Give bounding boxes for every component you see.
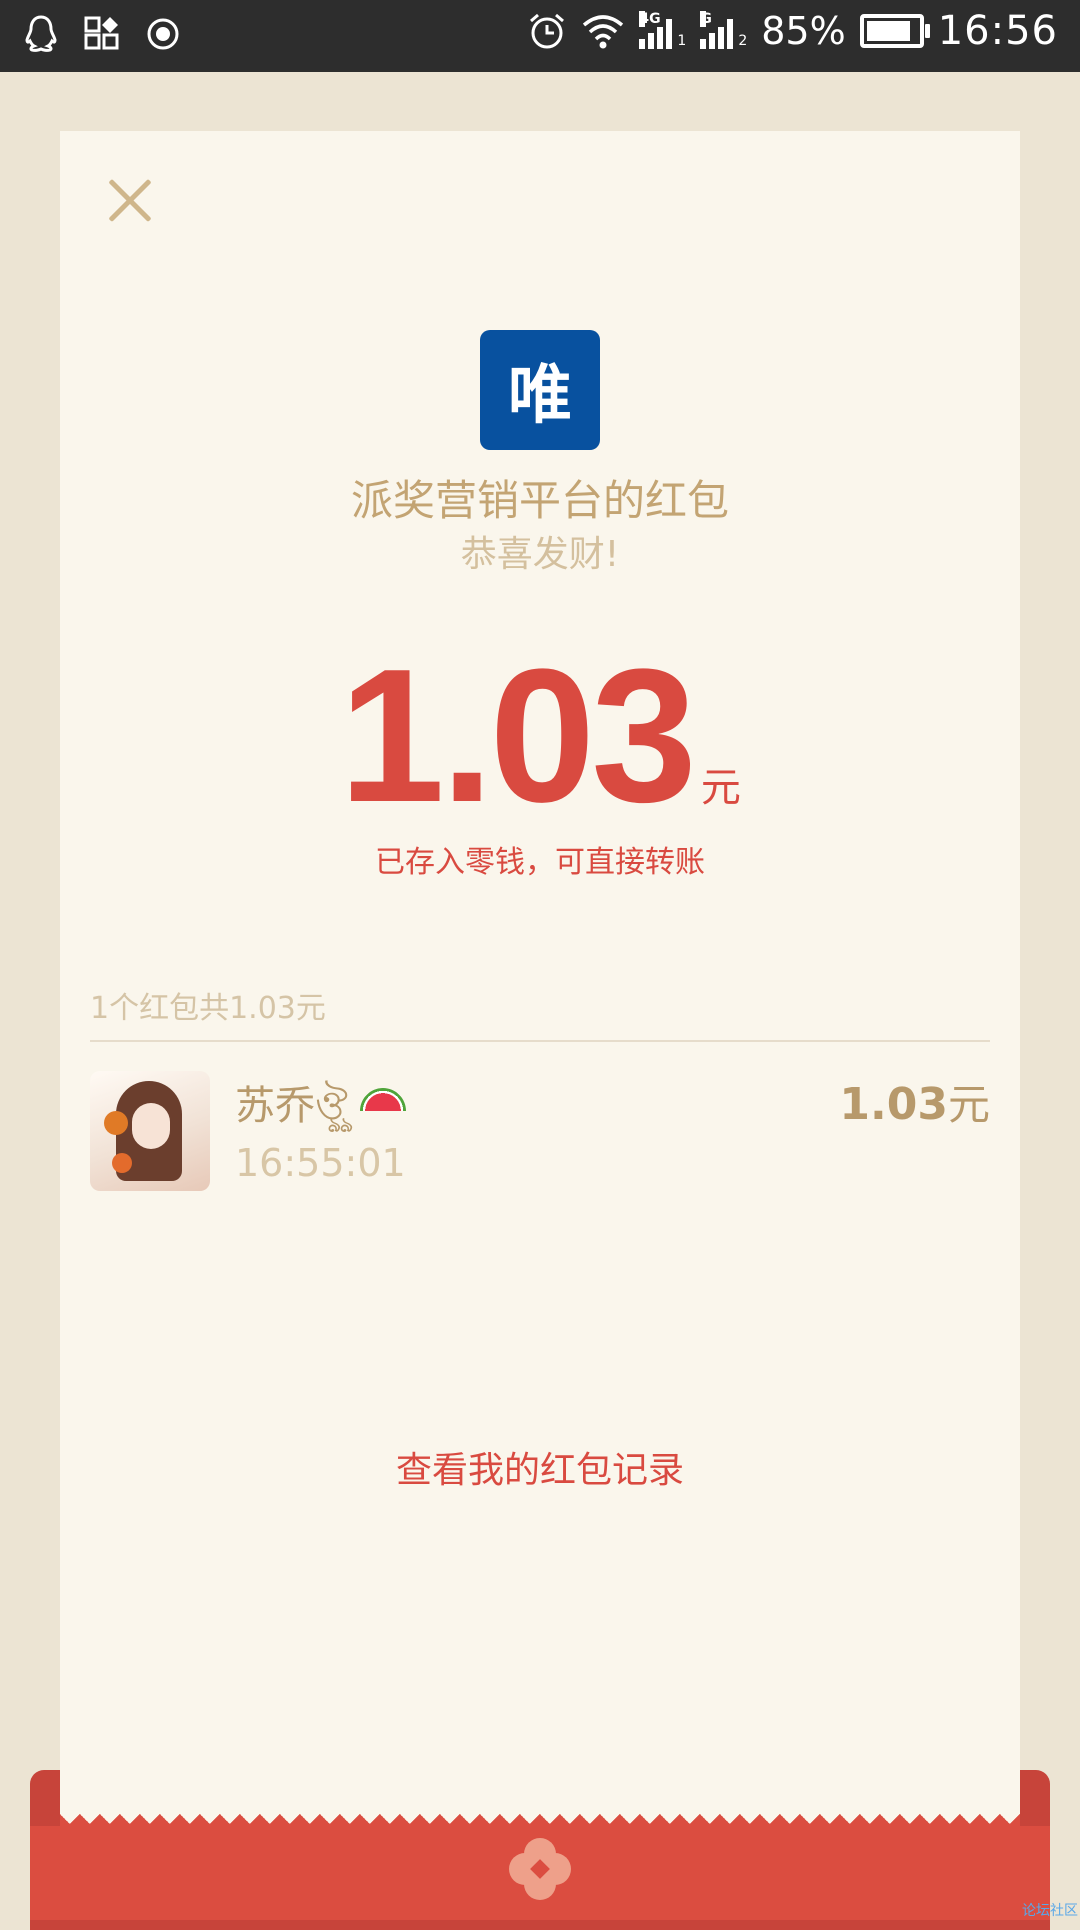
status-bar-left [24,14,180,54]
view-history-link[interactable]: 查看我的红包记录 [60,1441,1020,1493]
status-bar-right: 4G 1 G 2 85% 16:56 [527,8,1058,54]
record-time: 16:55:01 [235,1141,406,1185]
alarm-icon [527,11,567,51]
signal-2-sub: 2 [738,33,747,49]
battery-percent: 85% [761,9,845,53]
qq-icon [24,14,58,54]
recipient-name-text: 苏乔ঔৣ [235,1073,348,1141]
sender-logo-char: 唯 [508,344,572,436]
battery-icon [860,14,924,48]
wifi-icon [581,13,625,49]
apps-icon [84,16,120,52]
record-amount-unit: 元 [948,1080,990,1129]
watermelon-icon [360,1084,406,1130]
close-icon[interactable] [100,171,160,231]
signal-g-icon: G 2 [700,13,747,49]
packet-summary: 1个红包共1.03元 [90,983,326,1027]
red-packet-detail-card: 唯 派奖营销平台的红包 恭喜发财! 1.03元 已存入零钱，可直接转账 1个红包… [60,131,1020,1831]
envelope-zigzag-edge [60,1814,1020,1834]
avatar[interactable] [90,1071,210,1191]
record-amount-value: 1.03 [839,1079,948,1130]
list-item[interactable]: 苏乔ঔৣ 16:55:01 1.03元 [90,1071,990,1195]
signal-1-sub: 1 [677,33,686,49]
amount-display: 1.03元 [60,641,1020,831]
sender-logo: 唯 [480,330,600,450]
battery-fill [867,21,910,41]
recipient-name: 苏乔ঔৣ [235,1073,406,1141]
divider [90,1040,990,1042]
signal-2-tag: G [700,11,706,27]
signal-4g-icon: 4G 1 [639,13,686,49]
amount-value: 1.03 [339,630,693,842]
record-amount: 1.03元 [839,1071,990,1132]
greeting-text: 恭喜发财! [60,525,1020,577]
flower-emblem-icon [509,1838,571,1900]
record-icon [146,17,180,51]
amount-note: 已存入零钱，可直接转账 [60,837,1020,881]
amount-unit: 元 [701,765,741,811]
watermark: 论坛社区 [1022,1900,1078,1920]
status-bar: 4G 1 G 2 85% 16:56 [0,0,1080,72]
sender-title: 派奖营销平台的红包 [60,467,1020,528]
status-time: 16:56 [938,8,1058,54]
signal-1-tag: 4G [639,11,645,27]
